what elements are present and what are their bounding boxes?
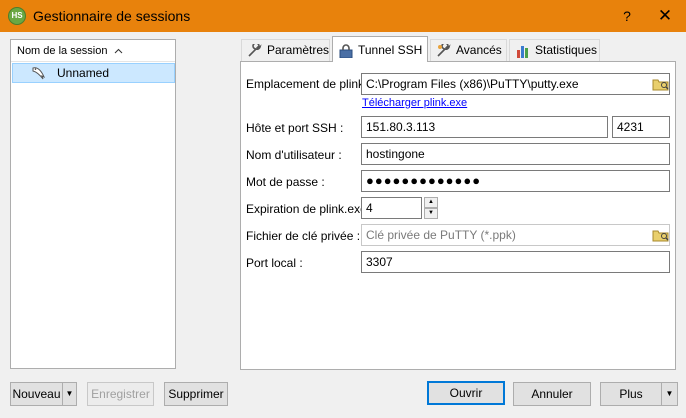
tab-avances[interactable]: Avancés [430,39,507,61]
ssh-host-port-label: Hôte et port SSH : [246,121,344,135]
title-bar[interactable]: HS Gestionnaire de sessions ? ✕ [0,0,686,32]
private-key-label: Fichier de clé privée : [246,229,361,243]
tab-parametres[interactable]: Paramètres [241,39,330,61]
ssh-host-value: 151.80.3.113 [366,120,436,134]
tab-label: Tunnel SSH [358,43,423,57]
more-button-label: Plus [619,387,643,401]
ssh-port-value: 4231 [617,120,644,134]
plink-timeout-value: 4 [366,201,373,215]
username-label: Nom d'utilisateur : [246,148,342,162]
private-key-placeholder: Clé privée de PuTTY (*.ppk) [366,228,516,242]
save-button[interactable]: Enregistrer [87,382,154,406]
password-label: Mot de passe : [246,175,325,189]
open-button[interactable]: Ouvrir [427,381,505,405]
folder-browse-icon[interactable] [652,76,670,92]
close-button[interactable]: ✕ [648,4,682,28]
plink-timeout-label: Expiration de plink.exe [246,202,367,216]
delete-button[interactable]: Supprimer [164,382,228,406]
username-value: hostingone [366,147,425,161]
tab-label: Statistiques [535,43,598,57]
plink-location-label: Emplacement de plink [246,77,365,91]
username-input[interactable]: hostingone [361,143,670,165]
new-button-label: Nouveau [12,387,61,401]
app-logo-icon: HS [8,7,26,25]
password-input[interactable]: ●●●●●●●●●●●●● [361,170,670,192]
chevron-down-icon[interactable]: ▼ [62,383,76,405]
local-port-label: Port local : [246,256,303,270]
plink-location-input[interactable]: C:\Program Files (x86)\PuTTY\putty.exe [361,73,670,95]
window-title: Gestionnaire de sessions [33,8,191,24]
column-header-label: Nom de la session [17,45,108,57]
session-item-label: Unnamed [57,66,110,80]
chevron-down-icon[interactable]: ▼ [661,383,677,405]
tab-label: Avancés [456,43,502,57]
plink-timeout-input[interactable]: 4 [361,197,422,219]
ssh-port-input[interactable]: 4231 [612,116,670,138]
ssh-host-input[interactable]: 151.80.3.113 [361,116,608,138]
lock-icon [339,44,353,59]
more-button[interactable]: Plus ▼ [600,382,678,406]
tab-tunnel-ssh[interactable]: Tunnel SSH [332,36,428,62]
help-button[interactable]: ? [612,4,642,28]
wrench-icon [437,42,451,57]
plink-location-value: C:\Program Files (x86)\PuTTY\putty.exe [366,77,579,91]
session-name-column-header[interactable]: Nom de la session [11,40,175,62]
timeout-decrement-button[interactable]: ▼ [424,208,438,219]
download-plink-link[interactable]: Télécharger plink.exe [362,97,467,109]
wrench-icon [248,42,262,57]
tab-statistiques[interactable]: Statistiques [509,39,600,61]
new-session-button[interactable]: Nouveau ▼ [10,382,77,406]
session-list[interactable]: Nom de la session Unnamed [10,39,176,369]
local-port-value: 3307 [366,255,393,269]
chevron-up-icon [114,40,123,62]
dolphin-icon [31,65,47,81]
tab-label: Paramètres [267,43,330,57]
cancel-button[interactable]: Annuler [513,382,591,406]
local-port-input[interactable]: 3307 [361,251,670,273]
bar-chart-icon [517,45,528,58]
password-value: ●●●●●●●●●●●●● [366,173,482,188]
folder-browse-icon[interactable] [652,227,670,243]
session-item-unnamed[interactable]: Unnamed [12,63,175,83]
timeout-increment-button[interactable]: ▲ [424,197,438,208]
private-key-input[interactable]: Clé privée de PuTTY (*.ppk) [361,224,670,246]
